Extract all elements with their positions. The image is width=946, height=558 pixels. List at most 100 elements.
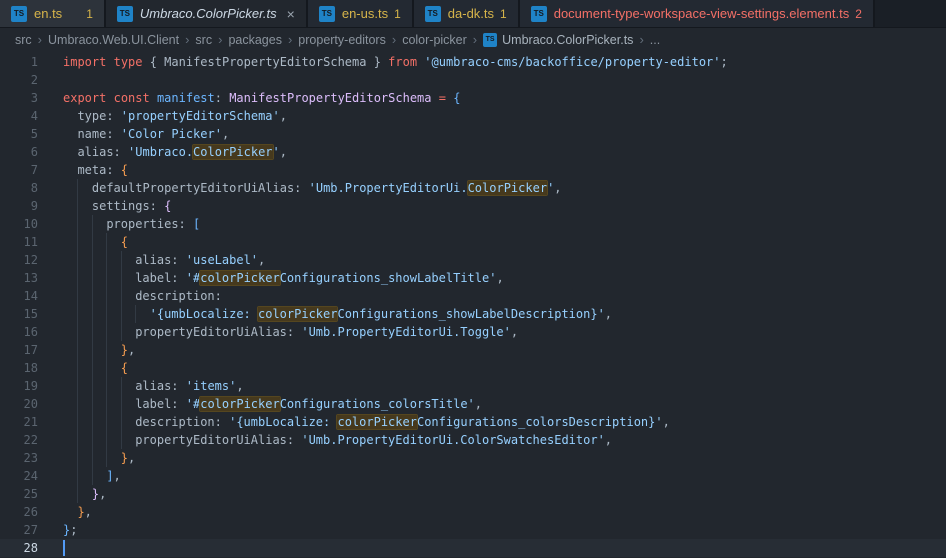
line-number[interactable]: 13 bbox=[0, 269, 38, 287]
indent-guide bbox=[106, 233, 120, 251]
close-icon[interactable]: × bbox=[287, 7, 295, 21]
line-number[interactable]: 15 bbox=[0, 305, 38, 323]
tab-label: en-us.ts bbox=[342, 6, 388, 21]
vscode-window: TSen.ts1TSUmbraco.ColorPicker.ts×TSen-us… bbox=[0, 0, 946, 558]
tab-da-dk.ts[interactable]: TSda-dk.ts1 bbox=[414, 0, 520, 27]
line-number[interactable]: 7 bbox=[0, 161, 38, 179]
line-number[interactable]: 18 bbox=[0, 359, 38, 377]
code-line-27[interactable]: 27}; bbox=[0, 521, 946, 539]
line-number[interactable]: 4 bbox=[0, 107, 38, 125]
indent-guide bbox=[77, 467, 91, 485]
tab-bar: TSen.ts1TSUmbraco.ColorPicker.ts×TSen-us… bbox=[0, 0, 946, 28]
line-number[interactable]: 25 bbox=[0, 485, 38, 503]
code-line-20[interactable]: 20label: '#colorPickerConfigurations_col… bbox=[0, 395, 946, 413]
indent-guide bbox=[63, 467, 77, 485]
line-number[interactable]: 20 bbox=[0, 395, 38, 413]
indent-guide bbox=[121, 305, 135, 323]
code-content: type: 'propertyEditorSchema', bbox=[63, 107, 287, 125]
line-number[interactable]: 6 bbox=[0, 143, 38, 161]
tab-en-us.ts[interactable]: TSen-us.ts1 bbox=[308, 0, 414, 27]
code-line-8[interactable]: 8 defaultPropertyEditorUiAlias: 'Umb.Prop… bbox=[0, 179, 946, 197]
line-number[interactable]: 10 bbox=[0, 215, 38, 233]
breadcrumb-item-packages[interactable]: packages bbox=[228, 33, 282, 47]
indent-guide bbox=[77, 485, 91, 503]
code-line-19[interactable]: 19alias: 'items', bbox=[0, 377, 946, 395]
indent-guide bbox=[63, 305, 77, 323]
breadcrumb-item-Umbraco.ColorPicker.ts[interactable]: Umbraco.ColorPicker.ts bbox=[502, 33, 633, 47]
code-line-24[interactable]: 24], bbox=[0, 467, 946, 485]
code-line-17[interactable]: 17}, bbox=[0, 341, 946, 359]
tab-Umbraco.ColorPicker.ts[interactable]: TSUmbraco.ColorPicker.ts× bbox=[106, 0, 308, 27]
line-number[interactable]: 9 bbox=[0, 197, 38, 215]
indent-guide bbox=[106, 449, 120, 467]
code-line-16[interactable]: 16propertyEditorUiAlias: 'Umb.PropertyEd… bbox=[0, 323, 946, 341]
indent-guide bbox=[92, 413, 106, 431]
code-line-6[interactable]: 6alias: 'Umbraco.ColorPicker', bbox=[0, 143, 946, 161]
breadcrumb-item-color-picker[interactable]: color-picker bbox=[402, 33, 467, 47]
indent-guide bbox=[77, 341, 91, 359]
indent-guide bbox=[77, 215, 91, 233]
code-line-7[interactable]: 7meta: { bbox=[0, 161, 946, 179]
line-number[interactable]: 24 bbox=[0, 467, 38, 485]
line-number[interactable]: 14 bbox=[0, 287, 38, 305]
code-line-3[interactable]: 3export const manifest: ManifestProperty… bbox=[0, 89, 946, 107]
line-number[interactable]: 2 bbox=[0, 71, 38, 89]
breadcrumb-item-...[interactable]: ... bbox=[650, 33, 660, 47]
code-line-15[interactable]: 15'{umbLocalize: colorPickerConfiguratio… bbox=[0, 305, 946, 323]
indent-guide bbox=[63, 449, 77, 467]
code-line-10[interactable]: 10properties: [ bbox=[0, 215, 946, 233]
indent-guide bbox=[63, 377, 77, 395]
breadcrumb-item-Umbraco.Web.UI.Client[interactable]: Umbraco.Web.UI.Client bbox=[48, 33, 179, 47]
code-line-12[interactable]: 12alias: 'useLabel', bbox=[0, 251, 946, 269]
line-number[interactable]: 12 bbox=[0, 251, 38, 269]
problems-badge: 1 bbox=[86, 7, 93, 21]
code-line-11[interactable]: 11{ bbox=[0, 233, 946, 251]
indent-guide bbox=[92, 305, 106, 323]
indent-guide bbox=[63, 125, 77, 143]
code-line-13[interactable]: 13label: '#colorPickerConfigurations_sho… bbox=[0, 269, 946, 287]
breadcrumb: src›Umbraco.Web.UI.Client›src›packages›p… bbox=[0, 28, 946, 51]
code-content: description: '{umbLocalize: colorPickerC… bbox=[63, 413, 670, 431]
code-line-9[interactable]: 9settings: { bbox=[0, 197, 946, 215]
code-line-2[interactable]: 2 bbox=[0, 71, 946, 89]
code-line-28[interactable]: 28 bbox=[0, 539, 946, 557]
indent-guide bbox=[77, 269, 91, 287]
indent-guide bbox=[63, 431, 77, 449]
line-number[interactable]: 21 bbox=[0, 413, 38, 431]
code-line-14[interactable]: 14description: bbox=[0, 287, 946, 305]
line-number[interactable]: 26 bbox=[0, 503, 38, 521]
line-number[interactable]: 1 bbox=[0, 53, 38, 71]
tab-document-type-workspace-view-settings.element.ts[interactable]: TSdocument-type-workspace-view-settings.… bbox=[520, 0, 875, 27]
line-number[interactable]: 3 bbox=[0, 89, 38, 107]
code-line-26[interactable]: 26}, bbox=[0, 503, 946, 521]
code-line-18[interactable]: 18{ bbox=[0, 359, 946, 377]
line-number[interactable]: 28 bbox=[0, 539, 38, 557]
line-number[interactable]: 16 bbox=[0, 323, 38, 341]
breadcrumb-item-src[interactable]: src bbox=[195, 33, 212, 47]
indent-guide bbox=[92, 251, 106, 269]
code-line-25[interactable]: 25}, bbox=[0, 485, 946, 503]
code-line-5[interactable]: 5name: 'Color Picker', bbox=[0, 125, 946, 143]
line-number[interactable]: 11 bbox=[0, 233, 38, 251]
code-line-23[interactable]: 23}, bbox=[0, 449, 946, 467]
breadcrumb-item-property-editors[interactable]: property-editors bbox=[298, 33, 386, 47]
line-number[interactable]: 5 bbox=[0, 125, 38, 143]
line-number[interactable]: 27 bbox=[0, 521, 38, 539]
code-content: defaultPropertyEditorUiAlias: 'Umb.Prope… bbox=[63, 179, 562, 197]
indent-guide bbox=[77, 251, 91, 269]
line-number[interactable]: 19 bbox=[0, 377, 38, 395]
code-line-1[interactable]: 1import type { ManifestPropertyEditorSch… bbox=[0, 53, 946, 71]
tab-en.ts[interactable]: TSen.ts1 bbox=[0, 0, 106, 27]
code-line-4[interactable]: 4 type: 'propertyEditorSchema', bbox=[0, 107, 946, 125]
code-editor[interactable]: 1import type { ManifestPropertyEditorSch… bbox=[0, 51, 946, 557]
line-number[interactable]: 22 bbox=[0, 431, 38, 449]
breadcrumb-item-src[interactable]: src bbox=[15, 33, 32, 47]
problems-badge: 1 bbox=[394, 7, 401, 21]
indent-guide bbox=[121, 377, 135, 395]
line-number[interactable]: 23 bbox=[0, 449, 38, 467]
code-line-21[interactable]: 21 description: '{umbLocalize: colorPicke… bbox=[0, 413, 946, 431]
code-line-22[interactable]: 22propertyEditorUiAlias: 'Umb.PropertyEd… bbox=[0, 431, 946, 449]
line-number[interactable]: 17 bbox=[0, 341, 38, 359]
indent-guide bbox=[121, 413, 135, 431]
line-number[interactable]: 8 bbox=[0, 179, 38, 197]
